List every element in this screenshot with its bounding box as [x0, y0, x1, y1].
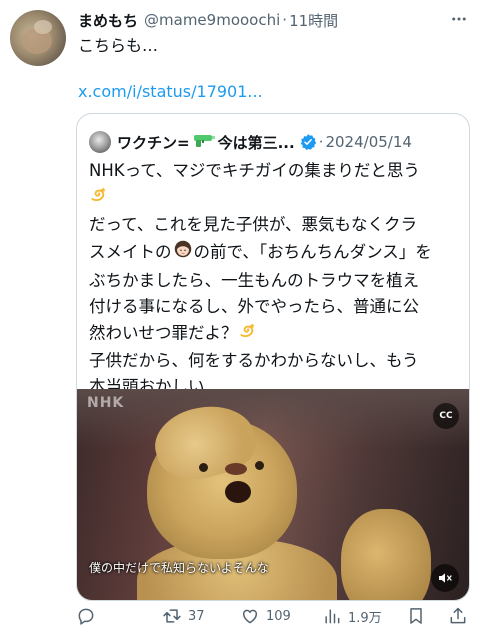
tweet-text: こちらも… — [78, 36, 159, 55]
quoted-line-text: だって、これを見た子供が、悪気もなくクラ — [89, 215, 418, 234]
cc-icon[interactable]: CC — [433, 403, 459, 429]
bookmark-icon — [406, 606, 426, 626]
broadcaster-logo: NHK — [87, 395, 125, 411]
quoted-tweet[interactable]: ワクチン= 今は第三... · 2024/05/14 NHKって、マジでキチガイ… — [76, 113, 470, 601]
dizzy-emoji-icon — [238, 320, 258, 348]
quoted-line-text: NHKって、マジでキチガイの集まりだと思う — [89, 161, 420, 180]
quoted-line-6: 然わいせつ罪だよ？ — [89, 320, 461, 348]
quoted-avatar[interactable] — [89, 131, 111, 153]
retweet-button[interactable]: 37 — [162, 606, 205, 626]
quoted-name-suffix[interactable]: 今は第三... — [218, 132, 295, 153]
avatar-cat-head — [34, 20, 52, 34]
girl-emoji-icon — [172, 238, 194, 268]
views-icon — [322, 606, 342, 626]
like-button[interactable]: 109 — [240, 606, 291, 626]
retweet-icon — [162, 606, 182, 626]
share-icon — [448, 606, 468, 626]
tweet-link[interactable]: x.com/i/status/17901... — [78, 82, 263, 101]
quoted-line-emoji — [89, 184, 461, 212]
quoted-line-2: だって、これを見た子供が、悪気もなくクラ — [89, 212, 461, 238]
avatar[interactable] — [10, 10, 66, 66]
quoted-line-text: スメイトの — [89, 242, 172, 262]
bear-puppet-arm — [341, 509, 431, 600]
bear-mouth — [225, 481, 251, 503]
separator-dot: · — [282, 11, 288, 29]
bookmark-button[interactable] — [406, 606, 426, 626]
quoted-line-7: 子供だから、何をするかわからないし、もう — [89, 348, 461, 374]
quoted-date[interactable]: 2024/05/14 — [325, 133, 411, 151]
more-icon[interactable] — [448, 8, 470, 30]
mute-icon[interactable] — [431, 564, 459, 592]
quoted-line-text: 子供だから、何をするかわからないし、もう — [89, 351, 419, 370]
display-name[interactable]: まめもち — [78, 10, 138, 31]
dizzy-emoji-icon — [89, 184, 109, 212]
reply-button[interactable] — [76, 606, 102, 626]
quoted-line-4: ぶちかましたら、一生もんのトラウマを植え — [89, 268, 461, 294]
quoted-line-text: 付ける事になるし、外でやったら、普通に公 — [89, 297, 419, 316]
quoted-line-text: ぶちかましたら、一生もんのトラウマを植え — [89, 271, 420, 290]
quoted-name-prefix[interactable]: ワクチン= — [117, 132, 190, 153]
quoted-tweet-text: NHKって、マジでキチガイの集まりだと思う だって、これを見た子供が、悪気もなく… — [89, 158, 461, 400]
quoted-separator: · — [318, 133, 324, 151]
tweet-header: まめもち @mame9mooochi · 11時間 — [78, 8, 470, 32]
water-gun-icon — [192, 132, 216, 152]
like-icon — [240, 606, 260, 626]
video-subtitle: 僕の中だけで私知らないよそんな — [89, 561, 269, 575]
quoted-line-1: NHKって、マジでキチガイの集まりだと思う — [89, 158, 461, 184]
bear-nose — [225, 463, 247, 475]
user-handle[interactable]: @mame9mooochi — [144, 11, 280, 29]
retweet-count: 37 — [188, 608, 205, 624]
quoted-tweet-header: ワクチン= 今は第三... · 2024/05/14 — [89, 130, 412, 154]
quoted-line-text: の前で、「おちんちんダンス」を — [193, 242, 432, 262]
verified-badge-icon — [299, 133, 317, 151]
like-count: 109 — [266, 608, 291, 624]
views-button[interactable]: 1.9万 — [322, 606, 382, 626]
action-bar: 37 109 1.9万 — [76, 603, 470, 629]
quoted-line-text: 然わいせつ罪だよ？ — [89, 323, 238, 343]
timestamp[interactable]: 11時間 — [289, 10, 338, 31]
video-player[interactable]: NHK CC 僕の中だけで私知らないよそんな — [77, 389, 469, 600]
share-button[interactable] — [448, 606, 468, 626]
view-count: 1.9万 — [348, 610, 382, 626]
reply-icon — [76, 606, 96, 626]
quoted-line-5: 付ける事になるし、外でやったら、普通に公 — [89, 294, 461, 320]
bear-eye — [199, 463, 208, 472]
bear-eye — [255, 461, 264, 470]
quoted-line-3: スメイトの の前で、「おちんちんダンス」を — [89, 238, 461, 268]
